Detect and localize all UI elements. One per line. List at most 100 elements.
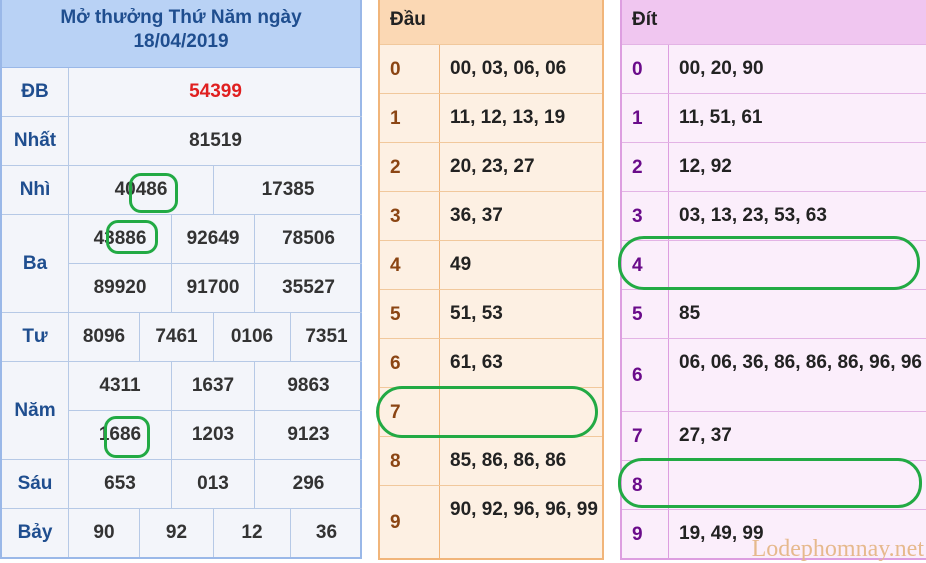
row-values: 49 [450,254,472,275]
prize-number: 91700 [171,264,254,312]
prize-label: Ba [2,215,69,312]
dit-title: Đít [632,9,658,30]
prize-number: 9123 [254,411,362,459]
prize-number: 78506 [254,215,362,263]
dau-header: Đầu [380,0,602,44]
row-values: 03, 13, 23, 53, 63 [679,205,827,226]
prize-label: Năm [2,362,69,459]
row-key: 0 [632,59,643,80]
row-key: 2 [632,157,643,178]
prize-label: Nhì [2,166,69,214]
row-values: 51, 53 [450,303,503,324]
row-key: 9 [632,524,643,545]
prize-number: 92 [139,509,213,557]
row-values: 00, 20, 90 [679,58,764,79]
highlight-circle [129,173,178,213]
row-values: 20, 23, 27 [450,156,535,177]
dit-row: 2 12, 92 [622,142,926,191]
prize-label: ĐB [2,68,69,116]
results-table: Mở thưởng Thứ Năm ngày 18/04/2019 ĐB 543… [0,0,362,559]
row-key: 7 [632,426,643,447]
dau-title: Đầu [390,9,426,30]
prize-label: Sáu [2,460,69,508]
dit-row: 1 11, 51, 61 [622,93,926,142]
prize-label: Bảy [2,509,69,557]
dau-row: 3 36, 37 [380,191,602,240]
prize-row-sau: Sáu 653 013 296 [2,460,362,509]
row-values: 12, 92 [679,156,732,177]
row-key: 0 [390,59,401,80]
prize-number: 8096 [68,313,139,361]
dit-row: 5 85 [622,289,926,338]
prize-row-nam: Năm 4311 1637 9863 1686 1203 9123 [2,362,362,460]
highlight-oval [376,386,598,438]
dau-row: 6 61, 63 [380,338,602,387]
prize-row-nhat: Nhất 81519 [2,117,362,166]
row-key: 9 [390,512,401,533]
dau-row: 8 85, 86, 86, 86 [380,436,602,485]
dit-row: 7 27, 37 [622,411,926,460]
dau-row: 9 90, 92, 96, 96, 99 [380,485,602,559]
prize-number: 013 [171,460,254,508]
prize-row-nhi: Nhì 40486 17385 [2,166,362,215]
row-key: 2 [390,157,401,178]
row-key: 6 [632,365,643,386]
row-values: 06, 06, 36, 86, 86, 86, 96, 96 [679,352,922,373]
row-values: 85 [679,303,701,324]
row-values: 11, 51, 61 [679,107,763,128]
row-values: 61, 63 [450,352,503,373]
row-key: 4 [390,255,401,276]
dau-table: Đầu 0 00, 03, 06, 06 1 11, 12, 13, 19 2 20,… [378,0,604,560]
row-key: 1 [632,108,643,129]
row-key: 1 [390,108,401,129]
prize-number: 653 [68,460,171,508]
row-key: 6 [390,353,401,374]
row-key: 3 [632,206,643,227]
prize-number: 4311 [68,362,171,410]
prize-number: 54399 [68,68,362,116]
row-values: 11, 12, 13, 19 [450,107,566,128]
dau-row: 4 49 [380,240,602,289]
results-header: Mở thưởng Thứ Năm ngày 18/04/2019 [2,0,360,68]
row-values: 36, 37 [450,205,503,226]
prize-number: 1203 [171,411,254,459]
prize-number: 90 [68,509,139,557]
prize-number: 1637 [171,362,254,410]
dau-row: 1 11, 12, 13, 19 [380,93,602,142]
prize-number: 12 [213,509,290,557]
highlight-oval [618,236,920,290]
row-key: 5 [632,304,643,325]
prize-number: 36 [290,509,362,557]
highlight-oval [618,458,922,508]
prize-number: 89920 [68,264,171,312]
row-values: 00, 03, 06, 06 [450,58,567,79]
row-key: 5 [390,304,401,325]
watermark: Lodephomnay.net [751,536,924,562]
prize-number: 0106 [213,313,290,361]
highlight-circle [106,220,158,254]
dau-row: 5 51, 53 [380,289,602,338]
highlight-circle [104,416,150,458]
dit-header: Đít [622,0,926,44]
prize-label: Nhất [2,117,69,165]
prize-row-ba: Ba 43886 92649 78506 89920 91700 35527 [2,215,362,313]
prize-number: 296 [254,460,362,508]
row-key: 3 [390,206,401,227]
row-values: 90, 92, 96, 96, 99 [450,499,598,520]
prize-number: 7461 [139,313,213,361]
prize-row-tu: Tư 8096 7461 0106 7351 [2,313,362,362]
prize-number: 92649 [171,215,254,263]
prize-row-db: ĐB 54399 [2,68,362,117]
prize-number: 81519 [68,117,362,165]
dit-row: 6 06, 06, 36, 86, 86, 86, 96, 96 [622,338,926,412]
prize-number: 35527 [254,264,362,312]
prize-number: 17385 [213,166,362,214]
prize-number: 9863 [254,362,362,410]
prize-number: 7351 [290,313,362,361]
row-values: 27, 37 [679,425,732,446]
results-title: Mở thưởng Thứ Năm ngày [60,7,302,28]
results-date: 18/04/2019 [133,31,229,52]
row-key: 8 [390,451,401,472]
dit-row: 3 03, 13, 23, 53, 63 [622,191,926,240]
dit-row: 0 00, 20, 90 [622,44,926,93]
